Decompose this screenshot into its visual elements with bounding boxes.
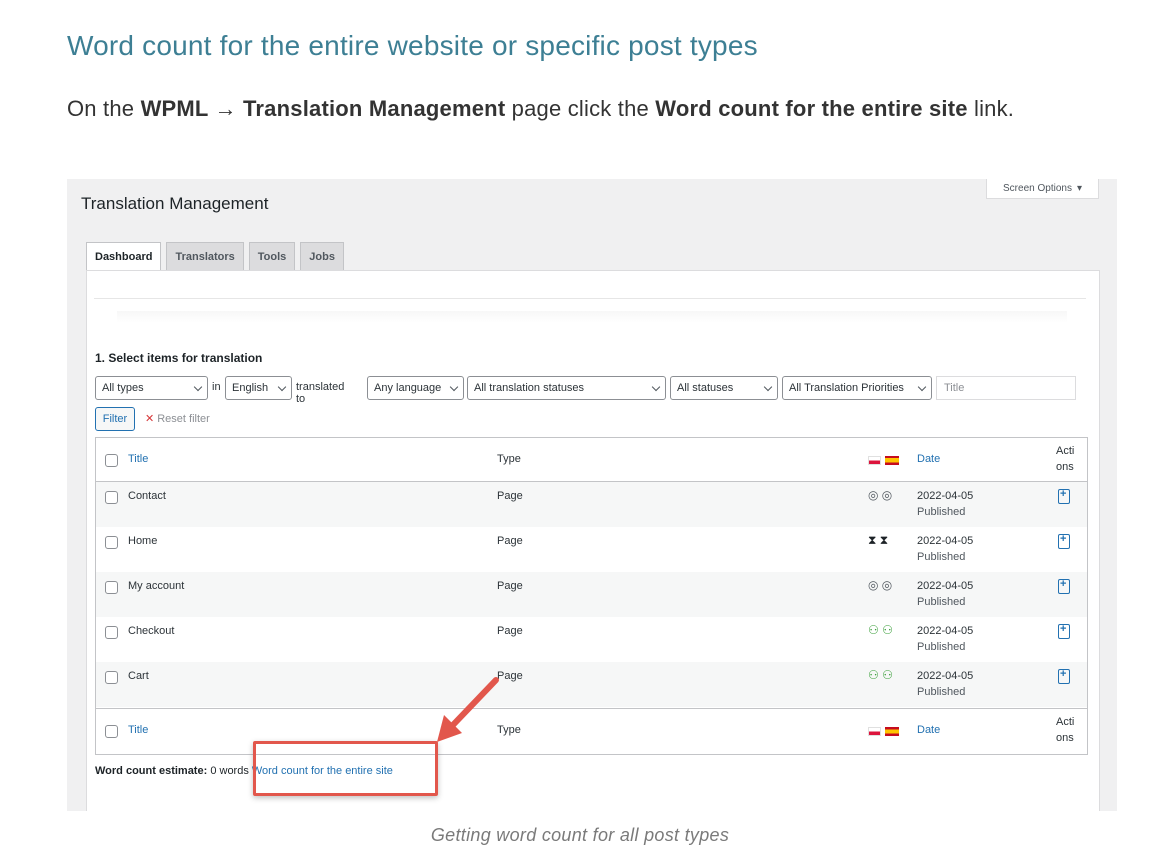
row-date: 2022-04-05 (917, 535, 974, 547)
table-header: Title Type Date Acti ons (96, 438, 1087, 482)
add-translation-icon[interactable] (1058, 488, 1070, 504)
row-title: Contact (128, 490, 166, 502)
row-date: 2022-04-05 (917, 670, 974, 682)
translation-status-select[interactable]: All translation statuses (467, 376, 666, 400)
row-type: Page (497, 580, 523, 592)
tab-dashboard[interactable]: Dashboard (86, 242, 162, 271)
filter-button[interactable]: Filter (95, 407, 135, 431)
article-intro: On the WPML → Translation Management pag… (67, 96, 1015, 121)
divider-shadow (117, 311, 1067, 323)
row-checkbox[interactable] (105, 536, 118, 549)
actions-column-footer-line1: Acti (1056, 716, 1075, 728)
date-column-header[interactable]: Date (917, 453, 940, 465)
tab-jobs[interactable]: Jobs (300, 242, 344, 270)
close-icon: ✕ (145, 413, 155, 425)
table-row: Cart Page ⚇ ⚇ 2022-04-05 Published (96, 662, 1087, 707)
type-column-header: Type (497, 453, 521, 465)
actions-column-footer-line2: ons (1056, 732, 1074, 744)
row-type: Page (497, 670, 523, 682)
select-all-checkbox[interactable] (105, 725, 118, 738)
row-date: 2022-04-05 (917, 625, 974, 637)
source-language-select[interactable]: English (225, 376, 292, 400)
caret-down-icon: ▾ (1076, 182, 1082, 194)
content-table: Title Type Date Acti ons Contact Page ◎ … (95, 437, 1088, 755)
screen-options-button[interactable]: Screen Options ▾ (986, 179, 1099, 199)
actions-column-header-line1: Acti (1056, 445, 1075, 457)
table-row: Contact Page ◎ ◎ 2022-04-05 Published (96, 482, 1087, 527)
chevron-down-icon (763, 382, 773, 392)
row-title: Home (128, 535, 158, 547)
eye-icon[interactable]: ◎ ◎ (868, 488, 892, 502)
article-title: Word count for the entire website or spe… (67, 30, 758, 61)
hourglass-icon[interactable]: ⧗ ⧗ (868, 533, 888, 548)
add-translation-icon[interactable] (1058, 578, 1070, 594)
polish-flag-icon (868, 456, 881, 465)
row-status: Published (917, 506, 966, 518)
reset-filter-link[interactable]: ✕ Reset filter (145, 412, 210, 425)
highlight-box (253, 741, 438, 796)
eye-icon[interactable]: ◎ ◎ (868, 578, 892, 592)
page-title: Translation Management (81, 194, 269, 213)
tab-tools[interactable]: Tools (248, 242, 296, 270)
table-row: Home Page ⧗ ⧗ 2022-04-05 Published (96, 527, 1087, 572)
in-label: in (212, 381, 221, 393)
divider (94, 298, 1086, 299)
row-checkbox[interactable] (105, 581, 118, 594)
section-title: 1. Select items for translation (95, 351, 263, 365)
row-title: My account (128, 580, 185, 592)
row-checkbox[interactable] (105, 491, 118, 504)
row-date: 2022-04-05 (917, 580, 974, 592)
row-status: Published (917, 641, 966, 653)
translators-icon[interactable]: ⚇ ⚇ (868, 623, 893, 637)
chevron-down-icon (449, 382, 459, 392)
title-column-footer[interactable]: Title (128, 724, 148, 736)
title-search-input[interactable]: Title (936, 376, 1076, 400)
row-status: Published (917, 551, 966, 563)
table-row: Checkout Page ⚇ ⚇ 2022-04-05 Published (96, 617, 1087, 662)
row-date: 2022-04-05 (917, 490, 974, 502)
row-type: Page (497, 535, 523, 547)
row-title: Cart (128, 670, 149, 682)
figure-caption: Getting word count for all post types (430, 825, 730, 845)
add-translation-icon[interactable] (1058, 533, 1070, 549)
table-footer: Title Type Date Acti ons (96, 708, 1087, 753)
table-row: My account Page ◎ ◎ 2022-04-05 Published (96, 572, 1087, 617)
priority-select[interactable]: All Translation Priorities (782, 376, 932, 400)
screenshot-frame: Screen Options ▾ Translation Management D… (67, 179, 1117, 811)
actions-column-header-line2: ons (1056, 461, 1074, 473)
row-type: Page (497, 625, 523, 637)
polish-flag-icon (868, 727, 881, 736)
type-select[interactable]: All types (95, 376, 208, 400)
translated-to-label: translated to (296, 381, 345, 405)
date-column-footer[interactable]: Date (917, 724, 940, 736)
translators-icon[interactable]: ⚇ ⚇ (868, 668, 893, 682)
spanish-flag-icon (885, 456, 899, 465)
add-translation-icon[interactable] (1058, 668, 1070, 684)
select-all-checkbox[interactable] (105, 454, 118, 467)
tab-translators[interactable]: Translators (166, 242, 244, 270)
target-language-select[interactable]: Any language (367, 376, 464, 400)
status-select[interactable]: All statuses (670, 376, 778, 400)
chevron-down-icon (917, 382, 927, 392)
row-title: Checkout (128, 625, 175, 637)
dashboard-panel: 1. Select items for translation All type… (86, 270, 1100, 811)
row-checkbox[interactable] (105, 626, 118, 639)
spanish-flag-icon (885, 727, 899, 736)
row-status: Published (917, 686, 966, 698)
type-column-footer: Type (497, 724, 521, 736)
add-translation-icon[interactable] (1058, 623, 1070, 639)
title-column-header[interactable]: Title (128, 453, 148, 465)
chevron-down-icon (651, 382, 661, 392)
chevron-down-icon (277, 382, 287, 392)
row-type: Page (497, 490, 523, 502)
tab-bar: Dashboard Translators Tools Jobs (86, 242, 344, 271)
row-checkbox[interactable] (105, 671, 118, 684)
row-status: Published (917, 596, 966, 608)
chevron-down-icon (193, 382, 203, 392)
